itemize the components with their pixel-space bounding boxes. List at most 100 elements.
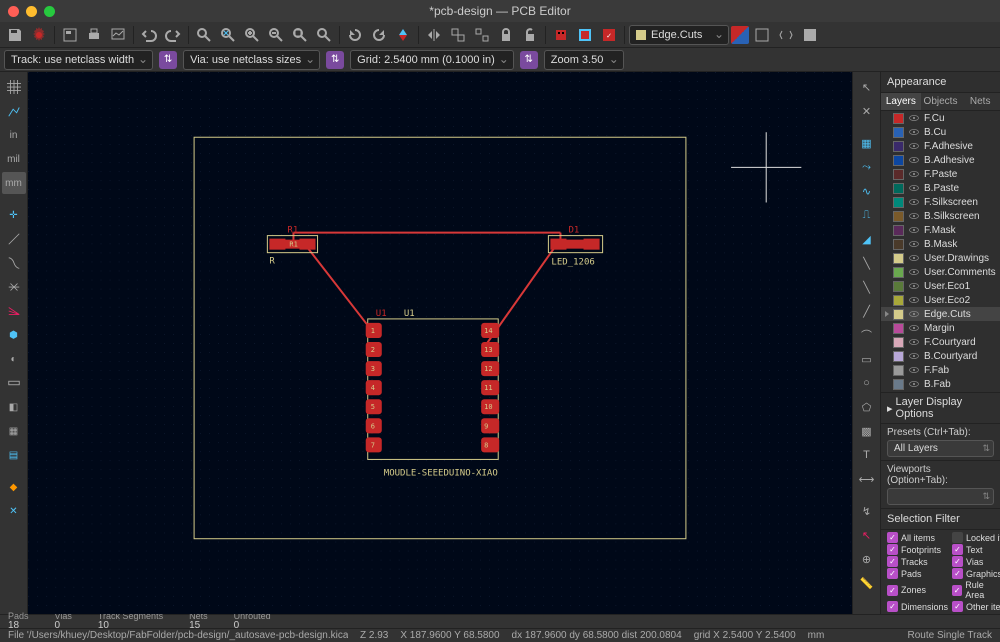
filter-locked-it[interactable]: Locked it [952, 532, 1000, 543]
layer-row-f-courtyard[interactable]: F.Courtyard [881, 335, 1000, 349]
tools-icon[interactable]: ✕ [2, 500, 26, 522]
set-origin-icon[interactable]: ⊕ [855, 548, 879, 570]
checkbox-icon[interactable]: ✓ [952, 544, 963, 555]
add-zone-icon[interactable]: ╲ [855, 276, 879, 298]
grid-dropdown[interactable]: Grid: 2.5400 mm (0.1000 in) [350, 50, 514, 70]
save-icon[interactable] [4, 24, 26, 46]
units-inches-icon[interactable]: in [2, 124, 26, 146]
filter-pads[interactable]: ✓Pads [887, 568, 948, 579]
visibility-eye-icon[interactable] [908, 126, 920, 138]
layer-row-user-drawings[interactable]: User.Drawings [881, 251, 1000, 265]
layer-row-b-paste[interactable]: B.Paste [881, 181, 1000, 195]
visibility-eye-icon[interactable] [908, 182, 920, 194]
drc-icon[interactable]: ✓ [598, 24, 620, 46]
visibility-eye-icon[interactable] [908, 112, 920, 124]
add-via-icon[interactable]: ╲ [855, 252, 879, 274]
plot-icon[interactable] [107, 24, 129, 46]
ungroup-icon[interactable] [471, 24, 493, 46]
visibility-eye-icon[interactable] [908, 294, 920, 306]
zoom-in-icon[interactable] [241, 24, 263, 46]
via-size-dropdown[interactable]: Via: use netclass sizes [183, 50, 320, 70]
filter-graphics[interactable]: ✓Graphics [952, 568, 1000, 579]
ratsnest-icon[interactable] [2, 228, 26, 250]
add-dimension-icon[interactable]: ⟷ [855, 468, 879, 490]
pad-outline-icon[interactable]: ⬢ [2, 324, 26, 346]
units-mm-icon[interactable]: mm [2, 172, 26, 194]
footprint-editor-icon[interactable] [550, 24, 572, 46]
filter-text[interactable]: ✓Text [952, 544, 1000, 555]
place-footprint-icon[interactable]: ▦ [855, 132, 879, 154]
pcb-canvas[interactable]: R1 R1 R D1 LED_1206 U1 U1 MOUDLE-SEEEDUI… [28, 72, 852, 614]
visibility-eye-icon[interactable] [908, 266, 920, 278]
help-icon[interactable] [799, 24, 821, 46]
track-outline-icon[interactable] [2, 372, 26, 394]
rotate-cw-icon[interactable] [368, 24, 390, 46]
tune-length-icon[interactable]: ⎍ [855, 204, 879, 226]
unlock-icon[interactable] [519, 24, 541, 46]
wireframe-zones-icon[interactable] [2, 300, 26, 322]
visibility-eye-icon[interactable] [908, 196, 920, 208]
layer-row-user-eco1[interactable]: User.Eco1 [881, 279, 1000, 293]
track-stepper[interactable]: ⇅ [159, 51, 177, 69]
tab-layers[interactable]: Layers [881, 93, 921, 110]
layer-color-swatch[interactable] [893, 295, 904, 306]
layer-color-swatch[interactable] [893, 113, 904, 124]
layer-row-f-mask[interactable]: F.Mask [881, 223, 1000, 237]
layer-color-swatch[interactable] [893, 309, 904, 320]
add-image-icon[interactable]: ▩ [855, 420, 879, 442]
layer-color-swatch[interactable] [893, 379, 904, 390]
visibility-eye-icon[interactable] [908, 280, 920, 292]
checkbox-icon[interactable] [952, 532, 963, 543]
layer-color-swatch[interactable] [893, 253, 904, 264]
layer-color-swatch[interactable] [893, 225, 904, 236]
checkbox-icon[interactable]: ✓ [887, 556, 898, 567]
add-text-icon[interactable]: T [855, 444, 879, 466]
group-icon[interactable] [447, 24, 469, 46]
select-tool-icon[interactable]: ↖ [855, 76, 879, 98]
cursor-crosshair-icon[interactable]: ✛ [2, 204, 26, 226]
layer-row-margin[interactable]: Margin [881, 321, 1000, 335]
filter-footprints[interactable]: ✓Footprints [887, 544, 948, 555]
layer-color-swatch[interactable] [893, 365, 904, 376]
print-icon[interactable] [83, 24, 105, 46]
layer-color-swatch[interactable] [893, 169, 904, 180]
checkbox-icon[interactable]: ✓ [887, 585, 898, 596]
mirror-h-icon[interactable] [423, 24, 445, 46]
layer-color-swatch[interactable] [893, 267, 904, 278]
layer-row-b-fab[interactable]: B.Fab [881, 377, 1000, 391]
layer-row-user-comments[interactable]: User.Comments [881, 265, 1000, 279]
checkbox-icon[interactable]: ✓ [952, 601, 963, 612]
layer-row-b-adhesive[interactable]: B.Adhesive [881, 153, 1000, 167]
add-arc-icon[interactable]: ⌒ [855, 324, 879, 346]
lock-icon[interactable] [495, 24, 517, 46]
visibility-eye-icon[interactable] [908, 308, 920, 320]
layer-pair-icon[interactable] [731, 26, 749, 44]
redo-icon[interactable] [162, 24, 184, 46]
layer-row-user-eco2[interactable]: User.Eco2 [881, 293, 1000, 307]
layer-color-swatch[interactable] [893, 141, 904, 152]
layer-color-swatch[interactable] [893, 127, 904, 138]
tune-skew-icon[interactable]: ◢ [855, 228, 879, 250]
visibility-eye-icon[interactable] [908, 154, 920, 166]
layer-list[interactable]: F.Cu B.Cu F.Adhesive B.Adhesive F.Paste … [881, 111, 1000, 392]
scripting-icon[interactable] [775, 24, 797, 46]
render-settings-icon[interactable] [751, 24, 773, 46]
visibility-eye-icon[interactable] [908, 168, 920, 180]
visibility-eye-icon[interactable] [908, 378, 920, 390]
layer-row-f-adhesive[interactable]: F.Adhesive [881, 139, 1000, 153]
checkbox-icon[interactable]: ✓ [887, 544, 898, 555]
contrast-mode-icon[interactable]: ◧ [2, 396, 26, 418]
layer-color-swatch[interactable] [893, 323, 904, 334]
highlight-net-icon[interactable]: ↖ [855, 524, 879, 546]
visibility-eye-icon[interactable] [908, 140, 920, 152]
layer-row-f-fab[interactable]: F.Fab [881, 363, 1000, 377]
delete-icon[interactable]: ↯ [855, 500, 879, 522]
zoom-refresh-icon[interactable] [217, 24, 239, 46]
visibility-eye-icon[interactable] [908, 238, 920, 250]
measure-icon[interactable]: 📏 [855, 572, 879, 594]
visibility-eye-icon[interactable] [908, 224, 920, 236]
checkbox-icon[interactable]: ✓ [887, 601, 898, 612]
layer-color-swatch[interactable] [893, 183, 904, 194]
filter-vias[interactable]: ✓Vias [952, 556, 1000, 567]
checkbox-icon[interactable]: ✓ [887, 532, 898, 543]
